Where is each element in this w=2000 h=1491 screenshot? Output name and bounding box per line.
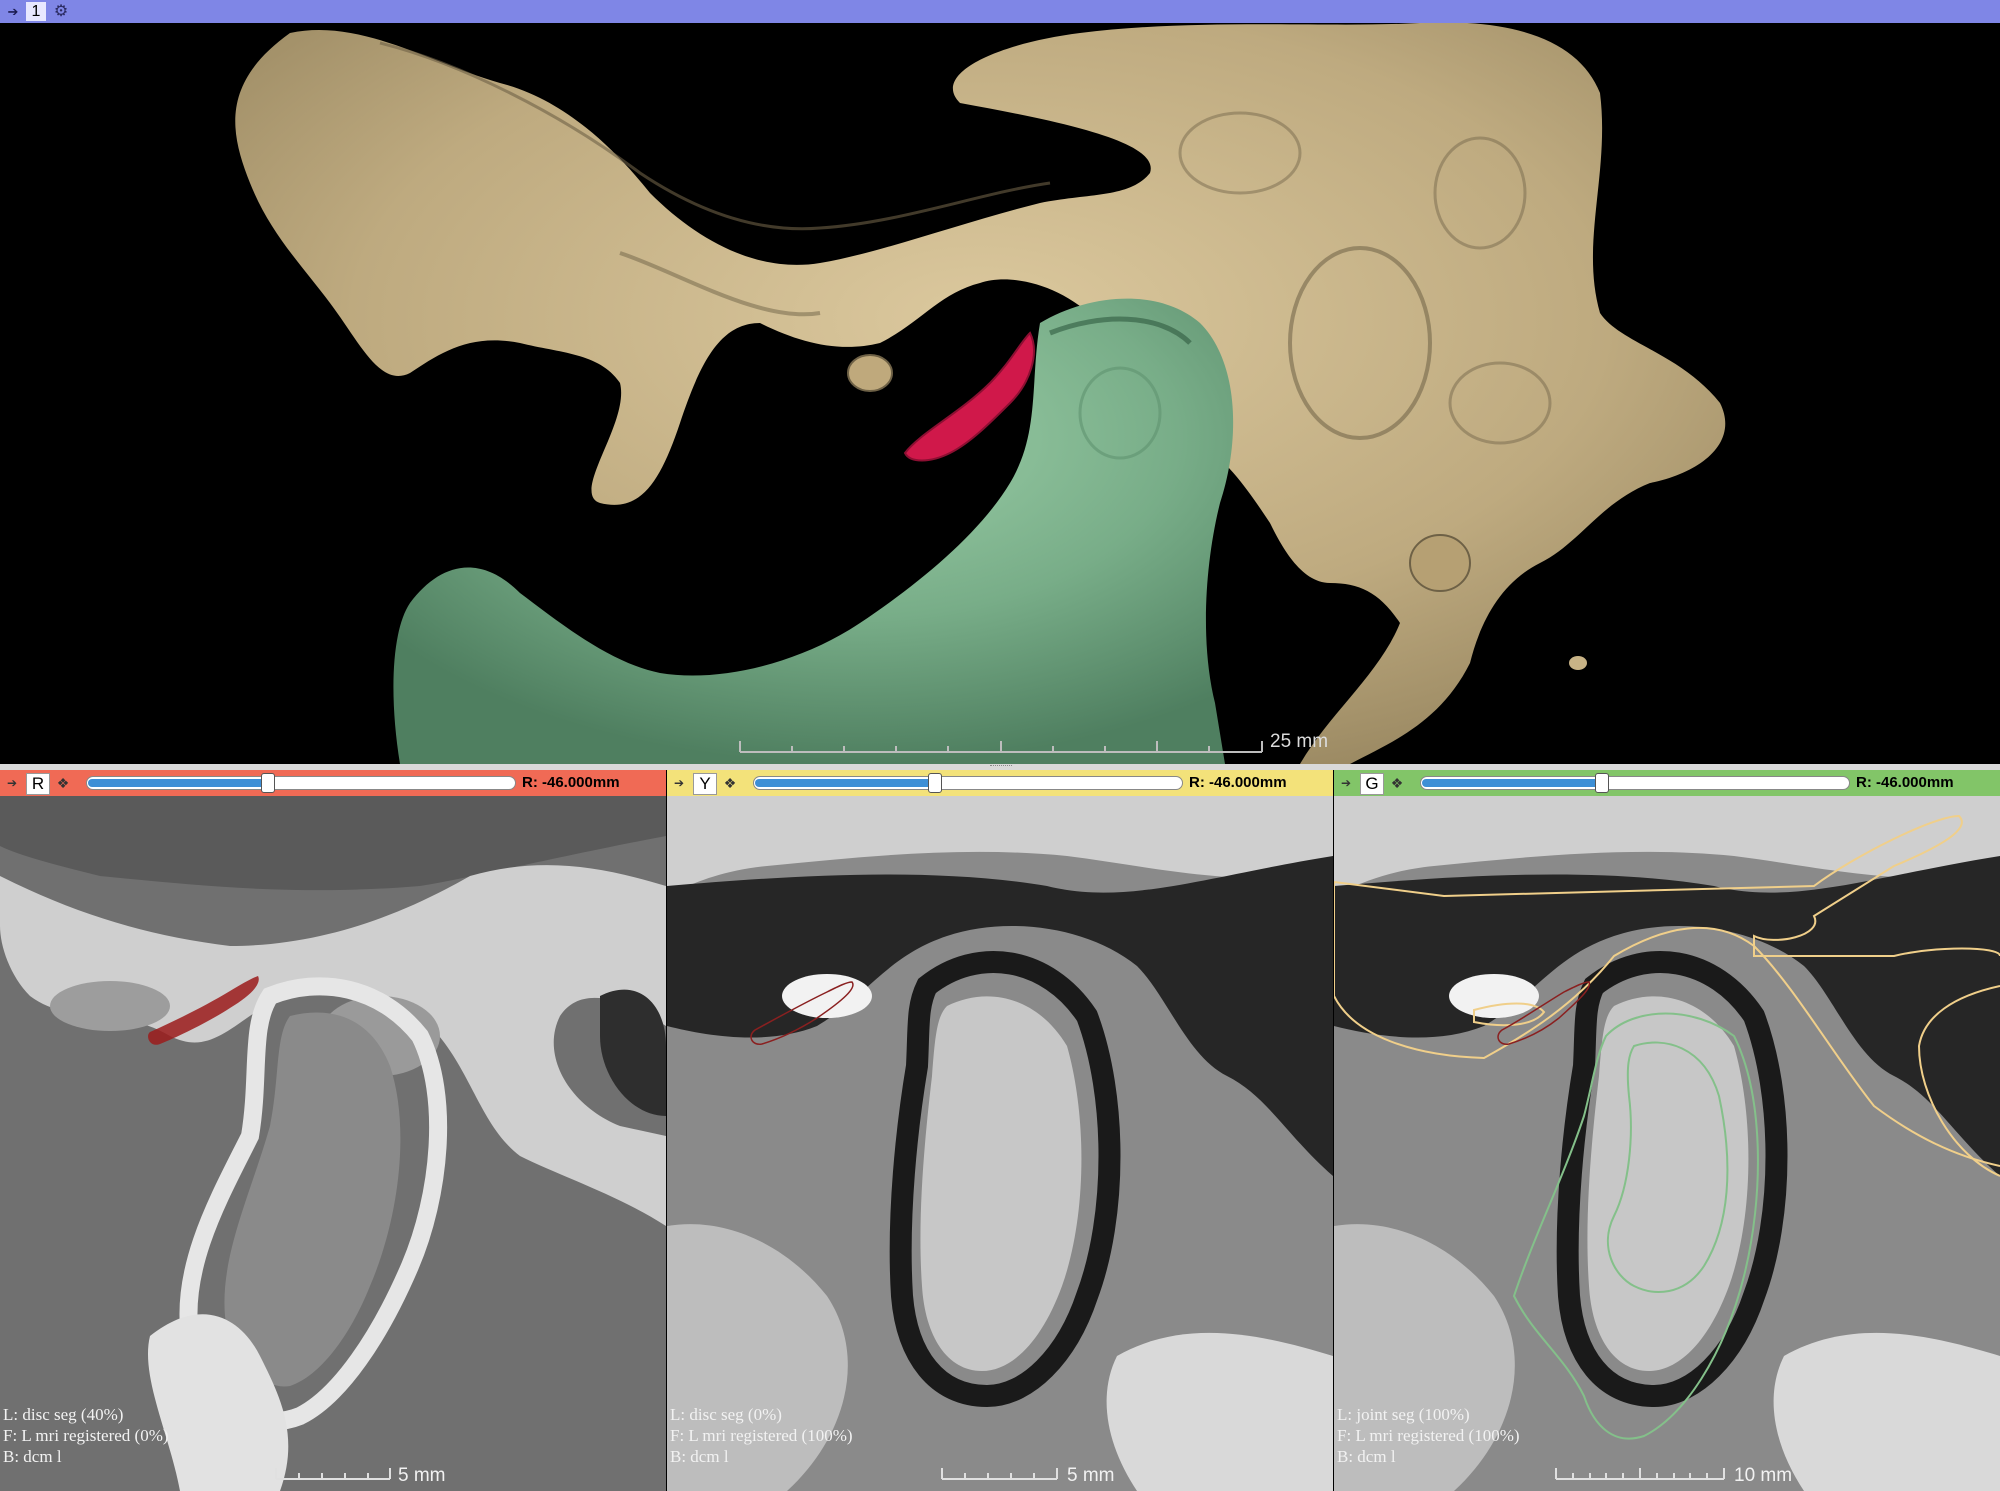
green-scale-label: 10 mm xyxy=(1734,1465,1793,1486)
slider-handle[interactable] xyxy=(261,773,275,793)
pin-icon[interactable]: ➔ xyxy=(3,773,21,793)
red-scale-label: 5 mm xyxy=(398,1465,446,1486)
slider-handle[interactable] xyxy=(1595,773,1609,793)
green-slice-view[interactable]: ➔ G ❖ R: -46.000mm L: joint seg (100%) F… xyxy=(1334,770,2000,1491)
link-icon[interactable]: ❖ xyxy=(52,773,74,793)
slider-fill xyxy=(755,779,933,787)
slice-annotations: L: joint seg (100%) F: L mri registered … xyxy=(1337,1404,1520,1467)
green-slice-image[interactable] xyxy=(1334,796,2000,1491)
pin-icon[interactable]: ➔ xyxy=(2,2,24,21)
3d-view-number[interactable]: 1 xyxy=(26,2,46,21)
pin-icon[interactable]: ➔ xyxy=(1337,773,1355,793)
3d-view-controller-bar: ➔ 1 ⚙ xyxy=(0,0,2000,23)
green-slice-controller-bar: ➔ G ❖ R: -46.000mm xyxy=(1334,770,2000,796)
3d-view[interactable]: ➔ 1 ⚙ 25 mm xyxy=(0,0,2000,764)
3d-scale-label: 25 mm xyxy=(1270,731,1329,752)
yellow-slice-controller-bar: ➔ Y ❖ R: -46.000mm xyxy=(667,770,1333,796)
slice-offset-readout: R: -46.000mm xyxy=(522,774,620,791)
yellow-slice-image[interactable] xyxy=(667,796,1333,1491)
slice-annotations: L: disc seg (40%) F: L mri registered (0… xyxy=(3,1404,169,1467)
slice-view-letter[interactable]: Y xyxy=(693,773,717,795)
link-icon[interactable]: ❖ xyxy=(1386,773,1408,793)
background-layer-annotation: B: dcm l xyxy=(670,1447,729,1466)
label-layer-annotation: L: disc seg (40%) xyxy=(3,1405,124,1424)
red-slice-view[interactable]: ➔ R ❖ R: -46.000mm L: disc seg (40%) F: … xyxy=(0,770,666,1491)
link-icon[interactable]: ❖ xyxy=(719,773,741,793)
slice-view-letter[interactable]: G xyxy=(1360,773,1384,795)
background-layer-annotation: B: dcm l xyxy=(3,1447,62,1466)
foreground-layer-annotation: F: L mri registered (0%) xyxy=(3,1426,169,1445)
slice-offset-readout: R: -46.000mm xyxy=(1189,774,1287,791)
slice-view-letter[interactable]: R xyxy=(26,773,50,795)
gear-icon[interactable]: ⚙ xyxy=(50,1,72,22)
slice-offset-slider[interactable] xyxy=(86,773,516,793)
label-layer-annotation: L: joint seg (100%) xyxy=(1337,1405,1470,1424)
slider-handle[interactable] xyxy=(928,773,942,793)
foreground-layer-annotation: F: L mri registered (100%) xyxy=(1337,1426,1520,1445)
pin-icon[interactable]: ➔ xyxy=(670,773,688,793)
slice-offset-slider[interactable] xyxy=(1420,773,1850,793)
3d-render-canvas[interactable] xyxy=(0,23,2000,764)
slider-fill xyxy=(1422,779,1600,787)
slice-offset-readout: R: -46.000mm xyxy=(1856,774,1954,791)
yellow-scale-label: 5 mm xyxy=(1067,1465,1115,1486)
slice-annotations: L: disc seg (0%) F: L mri registered (10… xyxy=(670,1404,853,1467)
slice-offset-slider[interactable] xyxy=(753,773,1183,793)
background-layer-annotation: B: dcm l xyxy=(1337,1447,1396,1466)
red-slice-image[interactable] xyxy=(0,796,666,1491)
label-layer-annotation: L: disc seg (0%) xyxy=(670,1405,782,1424)
foreground-layer-annotation: F: L mri registered (100%) xyxy=(670,1426,853,1445)
red-slice-controller-bar: ➔ R ❖ R: -46.000mm xyxy=(0,770,666,796)
slider-fill xyxy=(88,779,266,787)
yellow-slice-view[interactable]: ➔ Y ❖ R: -46.000mm L: disc seg (0%) F: L… xyxy=(667,770,1333,1491)
